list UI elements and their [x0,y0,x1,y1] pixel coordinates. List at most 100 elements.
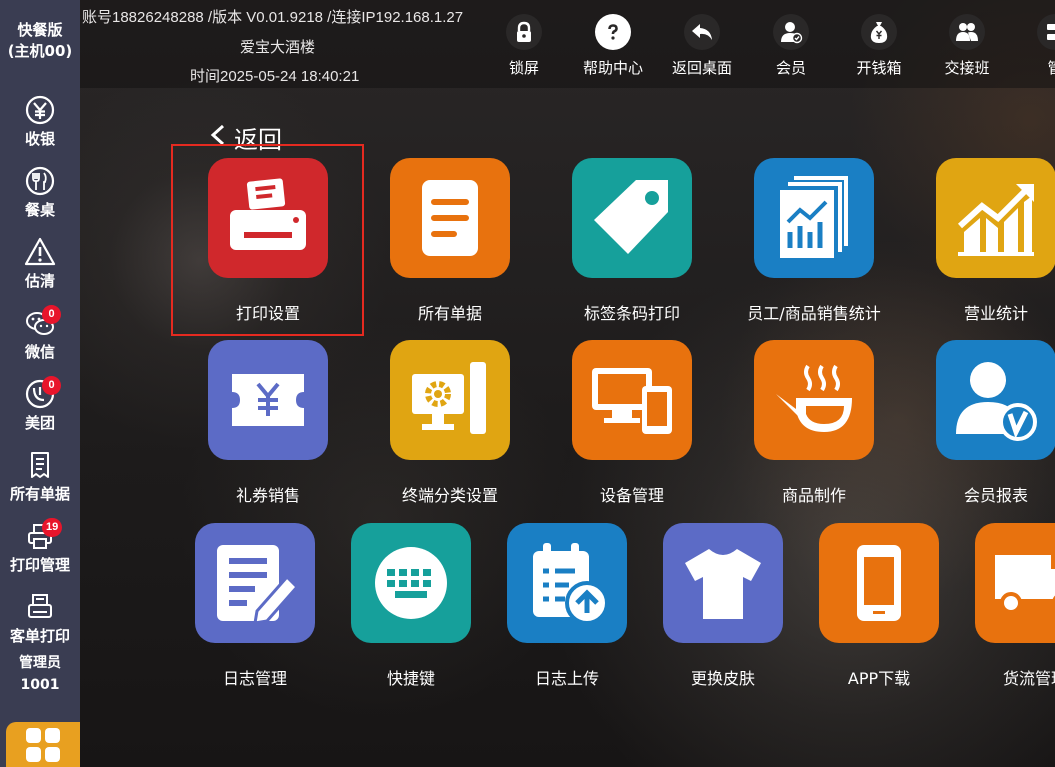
tile-log-upload[interactable]: 日志上传 [487,523,647,688]
sidebar-item-label: 估清 [24,272,55,290]
handover-button[interactable]: 交接班 [925,12,1009,78]
phone-icon [857,545,901,621]
document-icon [422,180,478,256]
sidebar-item-label: 收银 [24,130,55,148]
return-desktop-label: 返回桌面 [671,59,732,77]
tile-label: 营业统计 [963,304,1028,323]
sidebar-item-sold-out[interactable]: 估清 [0,234,80,298]
warning-triangle-icon [24,237,56,266]
current-time: 时间2025-05-24 18:40:21 [190,68,360,85]
growth-chart-icon [957,184,1034,256]
money-bag-icon [870,22,888,43]
tile-all-orders[interactable]: 所有单据 [370,158,530,323]
fork-knife-icon [25,166,55,196]
tile-icon-bg [208,158,328,278]
print-badge: 19 [42,518,63,537]
sidebar-item-label: 餐桌 [24,201,55,219]
return-icon [692,24,712,40]
app-mode: 快餐版 (主机00) [0,20,80,62]
member-report-icon [956,362,1037,441]
member-button[interactable]: 会员 [749,12,833,78]
manage-button[interactable]: 管 [1013,12,1055,78]
tile-product-making[interactable]: 商品制作 [734,340,894,505]
devices-icon [592,368,672,434]
sidebar-item-tables[interactable]: 餐桌 [0,163,80,227]
apps-grid-icon [26,728,60,762]
tile-terminal-category-settings[interactable]: 终端分类设置 [370,340,530,505]
app-mode-host: (主机00) [7,42,73,60]
truck-icon [995,555,1055,614]
tile-icon-bg [975,523,1055,643]
sidebar-item-wechat[interactable]: 0 微信 [0,305,80,369]
tile-app-download[interactable]: APP下载 [799,523,959,688]
sidebar-item-label: 所有单据 [9,485,70,503]
tile-label: 商品制作 [781,486,846,505]
open-cash-drawer-label: 开钱箱 [856,59,902,77]
tile-log-management[interactable]: 日志管理 [175,523,335,688]
tile-icon-bg [195,523,315,643]
app-mode-title: 快餐版 [17,21,63,39]
tile-label: 货流管理 [1002,669,1055,688]
sidebar-item-label: 美团 [24,414,55,432]
tile-icon-bg [208,340,328,460]
tile-label: 终端分类设置 [401,486,498,505]
tile-business-statistics[interactable]: 营业统计 [916,158,1055,323]
tile-label-barcode-print[interactable]: 标签条码打印 [552,158,712,323]
sidebar-item-meituan[interactable]: 0 美团 [0,376,80,440]
tile-label: 标签条码打印 [583,304,680,323]
sidebar-item-print-management[interactable]: 19 打印管理 [0,518,80,582]
account-info: 账号18826248288 /版本 V0.01.9218 /连接IP192.16… [82,9,464,26]
tile-icon-bg [754,158,874,278]
sidebar-item-label: 客单打印 [9,627,70,645]
tile-label: 设备管理 [599,486,664,505]
open-cash-drawer-button[interactable]: 开钱箱 [837,12,921,78]
ticket-printer-icon [28,594,52,618]
return-desktop-button[interactable]: 返回桌面 [660,12,744,78]
tile-icon-bg [936,158,1055,278]
coupon-icon [232,374,304,426]
tshirt-icon [685,549,761,619]
home-apps-button[interactable] [6,722,80,767]
help-center-button[interactable]: 帮助中心 [571,12,655,78]
tile-coupon-sales[interactable]: 礼券销售 [188,340,348,505]
handover-icon [956,23,978,41]
tile-icon-bg [390,340,510,460]
sidebar-item-all-orders[interactable]: 所有单据 [0,447,80,511]
receipt-icon [31,452,49,478]
handover-label: 交接班 [944,59,990,77]
manage-label: 管 [1047,59,1055,77]
tile-icon-bg [572,340,692,460]
meituan-badge: 0 [42,376,61,395]
tile-sales-statistics[interactable]: 员工/商品销售统计 [734,158,894,323]
tile-print-settings[interactable]: 打印设置 [188,158,348,323]
tile-change-skin[interactable]: 更换皮肤 [643,523,803,688]
tile-icon-bg [819,523,939,643]
tile-icon-bg [351,523,471,643]
tile-member-report[interactable]: 会员报表 [916,340,1055,505]
log-upload-icon [533,543,609,625]
tile-device-management[interactable]: 设备管理 [552,340,712,505]
lock-screen-button[interactable]: 锁屏 [482,12,566,78]
chevron-left-icon [210,124,225,146]
current-user: 管理员 1001 [0,652,80,696]
tile-icon-bg [754,340,874,460]
tile-shortcut-keys[interactable]: 快捷键 [331,523,491,688]
tag-icon [594,180,668,254]
lock-icon [517,21,531,42]
sidebar-item-receipt-print[interactable]: 客单打印 [0,589,80,653]
tile-label: 打印设置 [235,304,300,323]
help-center-label: 帮助中心 [582,59,643,77]
report-chart-icon [780,176,848,258]
tile-icon-bg [936,340,1055,460]
help-icon [601,20,625,44]
store-name: 爱宝大酒楼 [240,39,316,56]
user-id: 1001 [20,677,60,693]
sidebar-item-cashier[interactable]: 收银 [0,92,80,156]
yen-circle-icon [25,95,55,125]
tile-label: 礼券销售 [235,486,300,505]
tile-logistics-management[interactable]: 货流管理 [955,523,1055,688]
printer-icon [230,178,306,250]
terminal-settings-icon [412,362,486,434]
member-label: 会员 [775,59,806,77]
tile-icon-bg [572,158,692,278]
